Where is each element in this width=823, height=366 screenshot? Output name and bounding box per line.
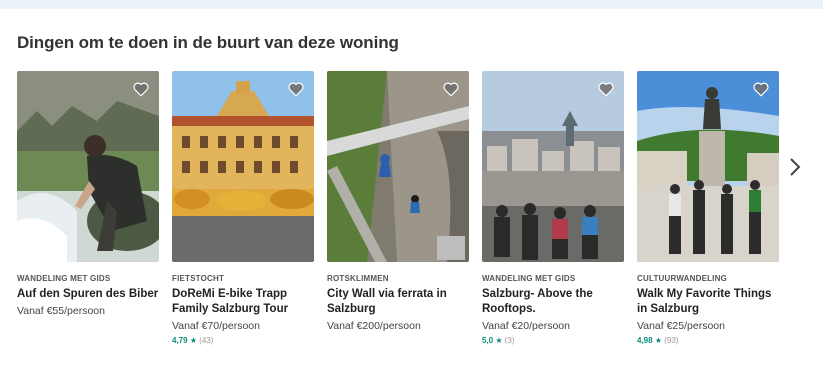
experience-category: Cultuurwandeling [637, 274, 728, 283]
experience-title[interactable]: City Wall via ferrata in Salzburg [327, 287, 469, 317]
experience-category: Wandeling met gids [17, 274, 111, 283]
experience-photo [17, 71, 159, 262]
heart-icon[interactable] [597, 80, 615, 98]
star-icon: ★ [654, 336, 662, 345]
review-count: (43) [199, 336, 214, 345]
heart-icon[interactable] [287, 80, 305, 98]
experience-card[interactable]: Wandeling met gids Salzburg- Above the R… [482, 71, 624, 345]
heart-icon[interactable] [442, 80, 460, 98]
experience-title[interactable]: Auf den Spuren des Biber [17, 287, 159, 302]
experience-card[interactable]: Rotsklimmen City Wall via ferrata in Sal… [327, 71, 469, 345]
star-icon: ★ [495, 336, 503, 345]
experience-photo [172, 71, 314, 262]
experience-price: Vanaf €200/persoon [327, 320, 421, 332]
experience-category: Fietstocht [172, 274, 225, 283]
experience-title[interactable]: Salzburg- Above the Rooftops. [482, 287, 624, 317]
experience-card[interactable]: Fietstocht DoReMi E-bike Trapp Family Sa… [172, 71, 314, 345]
experience-photo [327, 71, 469, 262]
experience-price: Vanaf €55/persoon [17, 305, 105, 317]
experience-rating: 4,98 ★ (93) [637, 336, 779, 345]
rating-score: 4,98 [637, 336, 653, 345]
heart-icon[interactable] [132, 80, 150, 98]
review-count: (93) [664, 336, 679, 345]
experience-rating: 5,0 ★ (3) [482, 336, 624, 345]
top-band [0, 0, 823, 9]
star-icon: ★ [189, 336, 197, 345]
experience-title[interactable]: Walk My Favorite Things in Salzburg [637, 287, 779, 317]
experience-price: Vanaf €20/persoon [482, 320, 570, 332]
experience-category: Rotsklimmen [327, 274, 389, 283]
experience-card[interactable]: Cultuurwandeling Walk My Favorite Things… [637, 71, 779, 345]
experience-title[interactable]: DoReMi E-bike Trapp Family Salzburg Tour [172, 287, 314, 317]
experience-price: Vanaf €70/persoon [172, 320, 260, 332]
experience-photo [637, 71, 779, 262]
experience-price: Vanaf €25/persoon [637, 320, 725, 332]
review-count: (3) [504, 336, 515, 345]
rating-score: 4,79 [172, 336, 188, 345]
chevron-right-icon[interactable] [786, 156, 804, 178]
experience-category: Wandeling met gids [482, 274, 576, 283]
experience-rating: 4,79 ★ (43) [172, 336, 314, 345]
experience-carousel: Wandeling met gids Auf den Spuren des Bi… [17, 71, 779, 345]
heart-icon[interactable] [752, 80, 770, 98]
rating-score: 5,0 [482, 336, 494, 345]
experience-card[interactable]: Wandeling met gids Auf den Spuren des Bi… [17, 71, 159, 345]
section-title: Dingen om te doen in de buurt van deze w… [17, 33, 399, 52]
experience-photo [482, 71, 624, 262]
